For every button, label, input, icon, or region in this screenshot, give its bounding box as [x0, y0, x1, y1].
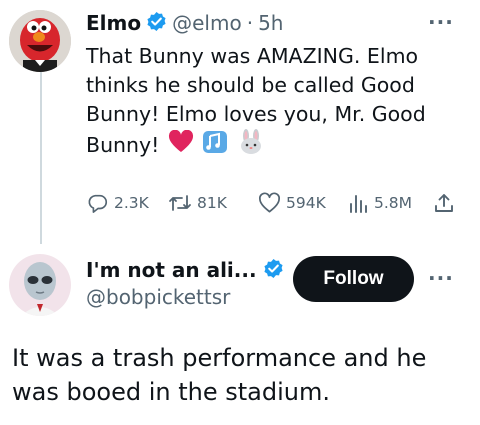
like-count: 594K: [286, 194, 326, 212]
repost-button[interactable]: 81K: [168, 192, 227, 214]
verified-badge-icon: [263, 258, 284, 283]
reply-author-avatar[interactable]: [9, 254, 71, 316]
musical-notes-icon: [202, 130, 228, 162]
more-options-icon[interactable]: ···: [428, 266, 454, 290]
follow-button[interactable]: Follow: [293, 256, 414, 302]
reply-header: I'm not an ali...: [86, 256, 284, 284]
reply-icon: [87, 192, 109, 214]
views-count: 5.8M: [374, 194, 413, 212]
author-handle[interactable]: @elmo: [172, 11, 242, 35]
thread-connector-line: [40, 72, 42, 244]
reply-author-handle[interactable]: @bobpickettsr: [86, 285, 230, 309]
reply-author-name[interactable]: I'm not an ali...: [86, 258, 257, 282]
elmo-avatar[interactable]: [9, 10, 71, 72]
tweet-body: That Bunny was AMAZING. Elmo thinks he s…: [86, 42, 456, 163]
timestamp[interactable]: 5h: [258, 11, 283, 35]
views-button[interactable]: 5.8M: [347, 192, 412, 214]
heart-outline-icon: [258, 192, 281, 214]
like-button[interactable]: 594K: [258, 192, 326, 214]
reply-count: 2.3K: [114, 194, 149, 212]
reply-text: It was a trash performance and he was bo…: [12, 344, 427, 406]
repost-count: 81K: [197, 194, 227, 212]
reply-button[interactable]: 2.3K: [87, 192, 149, 214]
share-icon: [433, 192, 455, 214]
analytics-bars-icon: [347, 192, 369, 214]
red-heart-icon: [168, 129, 194, 162]
tweet-actions-bar: 2.3K 81K 594K 5.8M: [87, 192, 467, 218]
tweet-header: Elmo @elmo · 5h: [86, 9, 283, 37]
more-options-icon[interactable]: ···: [428, 10, 454, 34]
repost-icon: [168, 192, 192, 214]
share-button[interactable]: [433, 192, 455, 214]
author-name[interactable]: Elmo: [86, 11, 141, 35]
separator-dot: ·: [246, 11, 254, 35]
verified-badge-icon: [146, 11, 167, 36]
rabbit-face-icon: [237, 129, 265, 163]
